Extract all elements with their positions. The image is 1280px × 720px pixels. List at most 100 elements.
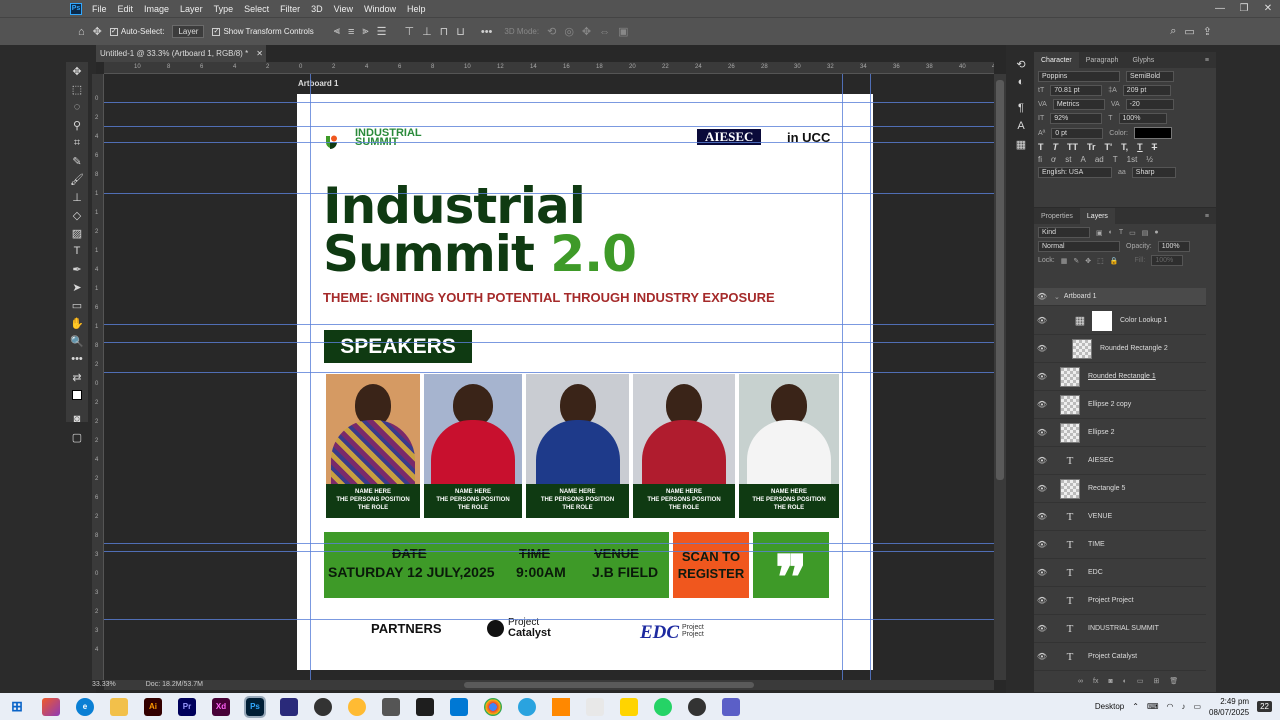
fill-field[interactable]: 100% [1151,255,1184,266]
document-tab-title[interactable]: Untitled-1 @ 33.3% (Artboard 1, RGB/8) * [100,49,248,58]
visibility-eye-icon[interactable]: 👁 [1034,316,1050,325]
link-layers-icon[interactable]: ∞ [1078,678,1083,685]
notification-badge[interactable]: 22 [1257,701,1272,712]
app-icon-2[interactable] [688,697,706,716]
panel-menu-icon[interactable]: ≡ [1198,52,1216,68]
chevron-down-icon[interactable]: ⌄ [1054,293,1060,301]
filter-adjust-icon[interactable]: ◐ [1109,229,1113,236]
visibility-eye-icon[interactable]: 👁 [1034,568,1050,577]
visibility-eye-icon[interactable]: 👁 [1034,652,1050,661]
paragraph-panel-icon[interactable]: ¶ [1010,99,1032,117]
zoom-tool-icon[interactable]: 🔍 [66,332,88,350]
guide-line[interactable] [842,74,843,680]
vlc-icon[interactable] [552,697,570,716]
zoom-level[interactable]: 33.33% [92,681,116,688]
font-family-select[interactable]: Poppins [1038,71,1120,82]
teams-icon[interactable] [722,697,740,716]
checkbox-checked-icon[interactable]: ✓ [212,27,221,36]
visibility-eye-icon[interactable]: 👁 [1034,456,1050,465]
layer-name[interactable]: Artboard 1 [1064,293,1097,300]
3d-scale-icon[interactable]: ▣ [618,25,628,38]
pen-tool-icon[interactable]: ✒ [66,260,88,278]
visibility-eye-icon[interactable]: 👁 [1034,596,1050,605]
panel-menu-icon[interactable]: ≡ [1198,208,1216,224]
layer-name[interactable]: VENUE [1088,513,1112,520]
antialias-select[interactable]: Sharp [1131,167,1176,178]
menu-image[interactable]: Image [144,4,169,14]
guide-line[interactable] [104,342,994,343]
search-icon[interactable]: ⌕ [1170,25,1176,38]
lock-position-icon[interactable]: ✥ [1085,257,1091,265]
strikethrough-icon[interactable]: T [1152,142,1158,152]
3d-roll-icon[interactable]: ◎ [564,25,574,38]
app-icon[interactable] [280,697,298,716]
stylistic-alt-icon[interactable]: st [1065,155,1071,164]
artboard-label[interactable]: Artboard 1 [298,79,338,88]
more-tools-icon[interactable]: ••• [66,350,88,368]
history-icon[interactable]: ⟲ [1010,55,1032,73]
marquee-tool-icon[interactable]: ⬚ [66,80,88,98]
filter-type-icon[interactable]: T [1119,229,1123,236]
visibility-eye-icon[interactable]: 👁 [1034,292,1050,301]
visibility-eye-icon[interactable]: 👁 [1034,540,1050,549]
premiere-icon[interactable]: Pr [178,697,196,716]
more-options-icon[interactable]: ••• [481,26,493,38]
crop-tool-icon[interactable]: ⌗ [66,134,88,152]
filter-shape-icon[interactable]: ▭ [1129,229,1136,237]
guide-line[interactable] [104,142,994,143]
close-icon[interactable]: ✕ [1256,3,1280,14]
layer-name[interactable]: Project Project [1088,597,1134,604]
layer-name[interactable]: Rounded Rectangle 1 [1088,373,1156,380]
align-center-icon[interactable]: ≡ [348,26,354,38]
3d-pan-icon[interactable]: ✥ [582,25,591,38]
capcut-icon[interactable] [382,697,400,716]
tab-properties[interactable]: Properties [1034,208,1080,224]
move-tool-icon[interactable]: ✥ [66,62,88,80]
layer-row[interactable]: 👁 T TIME [1034,531,1206,559]
stamp-tool-icon[interactable]: ⊥ [66,188,88,206]
copilot-icon[interactable] [42,697,60,716]
layer-row[interactable]: 👁 T Project Catalyst [1034,643,1206,671]
telegram-icon[interactable] [518,697,536,716]
titling-icon[interactable]: T [1113,155,1118,164]
underline-icon[interactable]: T [1137,142,1143,152]
layer-row[interactable]: 👁 T VENUE [1034,503,1206,531]
menu-select[interactable]: Select [244,4,269,14]
all-caps-icon[interactable]: TT [1067,142,1078,152]
photoshop-taskbar-icon[interactable]: Ps [244,695,266,718]
visibility-eye-icon[interactable]: 👁 [1034,624,1050,633]
3d-slide-icon[interactable]: ⇔ [599,26,610,38]
character-panel-icon[interactable]: A [1010,117,1032,135]
close-tab-icon[interactable]: ✕ [256,49,263,58]
headphones-icon[interactable] [348,697,366,716]
baseline-field[interactable]: 0 pt [1051,127,1104,139]
battery-icon[interactable]: ▭ [1193,702,1201,711]
lasso-tool-icon[interactable]: ◌ [66,98,88,116]
align-bottom-icon[interactable]: ⊓ [440,25,449,38]
start-icon[interactable]: ⊞ [8,698,26,716]
auto-select-option[interactable]: ✓ Auto-Select: [109,27,164,36]
move-tool-icon[interactable]: ✥ [93,25,102,38]
screen-mode-icon[interactable]: ▢ [66,428,88,446]
path-select-tool-icon[interactable]: ➤ [66,278,88,296]
layer-row[interactable]: 👁 Rectangle 5 [1034,475,1206,503]
type-tool-icon[interactable]: T [66,242,88,260]
artboard-poster[interactable]: INDUSTRIAL SUMMIT AIESEC in UCC Industri… [297,94,873,670]
horizontal-ruler[interactable]: 10 8 6 4 2 0 2 4 6 8 10 12 14 16 18 20 22 24 26 28 30 32 34 36 3… [104,62,994,74]
guide-line[interactable] [104,619,994,620]
guide-line[interactable] [104,193,994,194]
font-weight-select[interactable]: SemiBold [1126,71,1174,82]
horizontal-scrollbar-thumb[interactable] [464,682,754,688]
tab-paragraph[interactable]: Paragraph [1079,52,1126,68]
faux-bold-icon[interactable]: T [1038,142,1044,152]
visibility-eye-icon[interactable]: 👁 [1034,400,1050,409]
superscript-icon[interactable]: T' [1105,142,1113,152]
share-icon[interactable]: ⇪ [1203,25,1212,38]
layer-style-icon[interactable]: fx [1093,678,1098,685]
document-tab[interactable]: Untitled-1 @ 33.3% (Artboard 1, RGB/8) *… [96,45,266,62]
desktop-label[interactable]: Desktop [1095,702,1124,711]
menu-help[interactable]: Help [407,4,426,14]
auto-select-value[interactable]: Layer [172,25,205,38]
old-style-icon[interactable]: ơ [1051,155,1056,164]
ligatures-icon[interactable]: fi [1038,155,1042,164]
